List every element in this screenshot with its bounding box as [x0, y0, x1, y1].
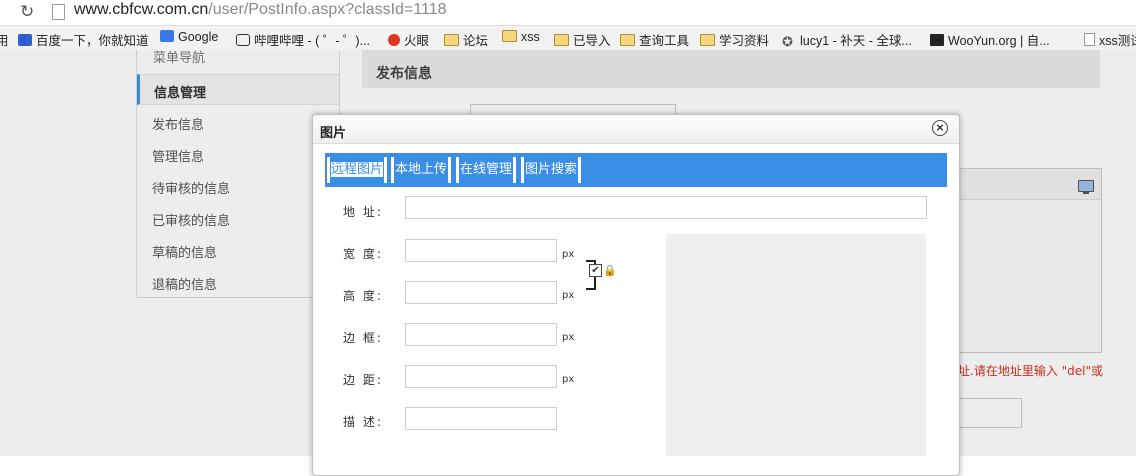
address-bar: ↻ www.cbfcw.com.cn/user/PostInfo.aspx?cl…	[0, 0, 1136, 24]
bookmark-wooyun[interactable]: WooYun.org | 自...	[930, 30, 1050, 49]
margin-label: 边 距:	[343, 373, 383, 387]
url-field[interactable]: www.cbfcw.com.cn/user/PostInfo.aspx?clas…	[74, 1, 446, 19]
dialog-tabbar: 远程图片 本地上传 在线管理 图片搜索	[325, 153, 947, 187]
bookmark-google[interactable]: Google	[160, 30, 218, 44]
image-preview	[666, 234, 926, 456]
address-input[interactable]	[405, 196, 927, 219]
dialog-title: 图片	[320, 126, 347, 141]
bookmark-butian[interactable]: ✪ lucy1 - 补天 - 全球...	[782, 30, 912, 50]
reload-icon[interactable]: ↻	[20, 2, 34, 22]
folder-icon	[554, 34, 569, 46]
bookmark-baidu[interactable]: 百度一下，你就知道	[18, 30, 149, 49]
border-label: 边 框:	[343, 331, 383, 345]
page-icon	[1084, 33, 1095, 46]
margin-unit: px	[562, 374, 575, 385]
bookmark-folder-study[interactable]: 学习资料	[700, 30, 769, 49]
wooyun-icon	[930, 34, 944, 46]
fire-eye-icon	[388, 34, 400, 46]
baidu-paw-icon	[18, 34, 32, 46]
bookmark-xss-test[interactable]: xss测试	[1084, 30, 1136, 49]
bookmark-folder-tools[interactable]: 查询工具	[620, 30, 689, 49]
height-input[interactable]	[405, 281, 557, 304]
page-icon	[52, 4, 65, 20]
url-domain: www.cbfcw.com.cn	[74, 1, 209, 18]
description-label: 描 述:	[343, 415, 383, 429]
lock-icon: 🔒	[603, 264, 617, 277]
height-label: 高 度:	[343, 289, 383, 303]
bookmark-bilibili[interactable]: 哔哩哔哩 - ( ゜- ゜)...	[236, 30, 370, 49]
folder-icon	[620, 34, 635, 46]
star-gear-icon: ✪	[782, 34, 793, 49]
tab-local-upload[interactable]: 本地上传	[391, 157, 452, 183]
folder-icon	[700, 34, 715, 46]
bookmark-folder-xss[interactable]: xss	[502, 30, 540, 44]
height-unit: px	[562, 290, 575, 301]
close-icon[interactable]: ×	[932, 120, 948, 136]
tab-image-search[interactable]: 图片搜索	[521, 157, 582, 183]
margin-input[interactable]	[405, 365, 557, 388]
bookmark-folder-imported[interactable]: 已导入	[554, 30, 611, 49]
width-input[interactable]	[405, 239, 557, 262]
tab-online-manage[interactable]: 在线管理	[456, 157, 517, 183]
folder-icon	[502, 30, 517, 42]
bookmark-folder-forum[interactable]: 论坛	[444, 30, 488, 49]
border-unit: px	[562, 332, 575, 343]
google-icon	[160, 30, 174, 42]
lock-ratio-checkbox[interactable]: ✔	[589, 264, 602, 277]
width-label: 宽 度:	[343, 247, 383, 261]
bilibili-tv-icon	[236, 34, 250, 46]
border-input[interactable]	[405, 323, 557, 346]
width-unit: px	[562, 249, 575, 260]
description-input[interactable]	[405, 407, 557, 430]
dialog-header: 图片 ×	[313, 115, 959, 144]
tab-remote-image[interactable]: 远程图片	[327, 157, 388, 183]
bookmark-partial[interactable]: 用	[0, 30, 9, 49]
bookmark-huoyan[interactable]: 火眼	[388, 30, 429, 49]
folder-icon	[444, 34, 459, 46]
url-path: /user/PostInfo.aspx?classId=1118	[208, 1, 447, 18]
bookmarks-bar: 用 百度一下，你就知道 Google 哔哩哔哩 - ( ゜- ゜)... 火眼 …	[0, 25, 1136, 51]
address-label: 地 址:	[343, 205, 383, 219]
